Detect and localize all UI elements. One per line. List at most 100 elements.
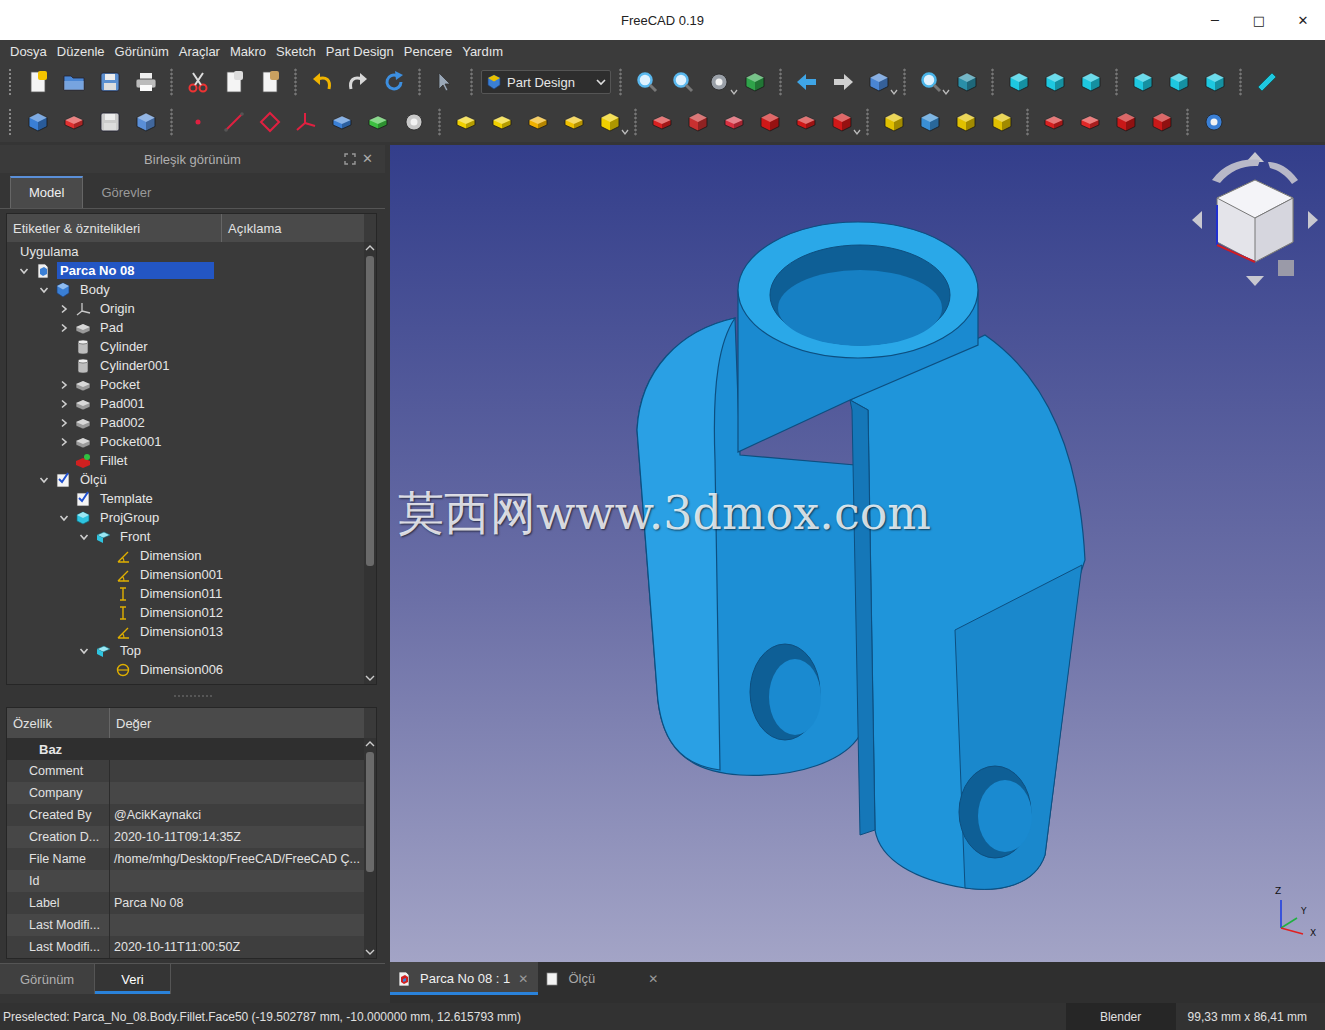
tree-item[interactable]: Fillet [7, 451, 364, 470]
scrollbar[interactable] [364, 242, 376, 684]
toolbar-separator[interactable] [634, 108, 637, 136]
close-tab-button[interactable]: ✕ [518, 972, 528, 986]
tree-item[interactable]: Cylinder001 [7, 356, 364, 375]
tree-item[interactable]: Ölçü [7, 470, 364, 489]
tree-item[interactable]: Template [7, 489, 364, 508]
tree-item[interactable]: Cylinder [7, 337, 364, 356]
toolbar-button[interactable] [217, 106, 250, 138]
toolbar-button[interactable] [717, 106, 750, 138]
tree-item[interactable]: Dimension011 [7, 584, 364, 603]
clevis-part-model[interactable] [390, 145, 1325, 962]
menu-item[interactable]: Görünüm [110, 44, 174, 59]
panel-tab[interactable]: Görevler [83, 178, 169, 208]
toolbar-separator[interactable] [438, 108, 441, 136]
property-group[interactable]: Baz [7, 738, 364, 760]
toolbar-button[interactable] [877, 106, 910, 138]
toolbar-button[interactable] [753, 106, 786, 138]
workbench-selector[interactable]: Part Design [481, 70, 611, 94]
tree-item[interactable]: Dimension012 [7, 603, 364, 622]
toolbar-button[interactable] [1198, 66, 1231, 98]
property-row[interactable]: Created By @AcikKaynakci [7, 804, 364, 826]
toolbar-button[interactable] [21, 66, 54, 98]
toolbar-separator[interactable] [170, 108, 173, 136]
toolbar-button[interactable] [377, 66, 410, 98]
toolbar-button[interactable] [253, 106, 286, 138]
property-row[interactable]: Comment [7, 760, 364, 782]
collapsed-arrow-icon[interactable] [59, 304, 69, 314]
toolbar-button[interactable] [593, 106, 626, 138]
toolbar-button[interactable] [129, 106, 162, 138]
tree-item[interactable]: Top [7, 641, 364, 660]
scrollbar[interactable] [364, 738, 376, 958]
property-tab[interactable]: Görünüm [0, 964, 95, 994]
toolbar-button[interactable] [826, 66, 859, 98]
toolbar-button[interactable] [305, 66, 338, 98]
tree-item[interactable]: Body [7, 280, 364, 299]
toolbar-button[interactable] [253, 66, 286, 98]
tree-item[interactable]: ProjGroup [7, 508, 364, 527]
toolbar-button[interactable] [429, 66, 462, 98]
tree-item[interactable]: Dimension [7, 546, 364, 565]
toolbar-button[interactable] [21, 106, 54, 138]
navigation-cube-icon[interactable] [1190, 150, 1320, 290]
property-row[interactable]: Creation D... 2020-10-11T09:14:35Z [7, 826, 364, 848]
toolbar-button[interactable] [1162, 66, 1195, 98]
tree-item[interactable]: Pad001 [7, 394, 364, 413]
menu-item[interactable]: Makro [225, 44, 271, 59]
3d-view[interactable]: 莫西网www.3dmox.com Z Y X [390, 145, 1325, 962]
toolbar-separator[interactable] [1186, 108, 1189, 136]
toolbar-button[interactable] [702, 66, 735, 98]
expanded-arrow-icon[interactable] [79, 532, 89, 542]
tree-item[interactable]: Parca No 08 [7, 261, 364, 280]
expanded-arrow-icon[interactable] [39, 285, 49, 295]
toolbar-button[interactable] [666, 66, 699, 98]
toolbar-button[interactable] [949, 106, 982, 138]
toolbar-button[interactable] [1250, 66, 1283, 98]
property-row[interactable]: Id [7, 870, 364, 892]
toolbar-separator[interactable] [1026, 108, 1029, 136]
menu-item[interactable]: Sketch [271, 44, 321, 59]
toolbar-button[interactable] [790, 66, 823, 98]
menu-item[interactable]: Düzenle [52, 44, 110, 59]
property-row[interactable]: Label Parca No 08 [7, 892, 364, 914]
toolbar-button[interactable] [93, 106, 126, 138]
toolbar-button[interactable] [1197, 106, 1230, 138]
float-panel-icon[interactable] [344, 153, 356, 165]
toolbar-button[interactable] [1145, 106, 1178, 138]
toolbar-button[interactable] [397, 106, 430, 138]
toolbar-button[interactable] [1037, 106, 1070, 138]
toolbar-button[interactable] [341, 66, 374, 98]
collapsed-arrow-icon[interactable] [59, 418, 69, 428]
expanded-arrow-icon[interactable] [59, 513, 69, 523]
close-tab-button[interactable]: ✕ [648, 972, 658, 986]
toolbar-handle[interactable] [8, 68, 12, 96]
toolbar-button[interactable] [449, 106, 482, 138]
toolbar-handle[interactable] [8, 108, 12, 136]
toolbar-button[interactable] [985, 106, 1018, 138]
toolbar-button[interactable] [1126, 66, 1159, 98]
toolbar-button[interactable] [289, 106, 322, 138]
close-panel-button[interactable]: ✕ [362, 151, 373, 166]
toolbar-separator[interactable] [619, 68, 622, 96]
scroll-down-icon[interactable] [365, 675, 375, 681]
toolbar-button[interactable] [1109, 106, 1142, 138]
window-control-button[interactable]: ─ [1193, 0, 1237, 40]
toolbar-button[interactable] [1073, 106, 1106, 138]
navigation-style-button[interactable]: Blender [1066, 1003, 1176, 1030]
toolbar-button[interactable] [950, 66, 983, 98]
toolbar-button[interactable] [325, 106, 358, 138]
property-row[interactable]: Company [7, 782, 364, 804]
toolbar-button[interactable] [93, 66, 126, 98]
toolbar-separator[interactable] [294, 68, 297, 96]
column-header[interactable]: Değer [110, 708, 364, 738]
property-row[interactable]: Last Modifi... 2020-10-11T11:00:50Z [7, 936, 364, 958]
toolbar-button[interactable] [57, 66, 90, 98]
toolbar-button[interactable] [521, 106, 554, 138]
scroll-up-icon[interactable] [365, 741, 375, 747]
scroll-thumb[interactable] [366, 752, 374, 872]
toolbar-button[interactable] [645, 106, 678, 138]
panel-splitter[interactable] [0, 685, 385, 707]
toolbar-button[interactable] [1038, 66, 1071, 98]
collapsed-arrow-icon[interactable] [59, 399, 69, 409]
toolbar-separator[interactable] [903, 68, 906, 96]
